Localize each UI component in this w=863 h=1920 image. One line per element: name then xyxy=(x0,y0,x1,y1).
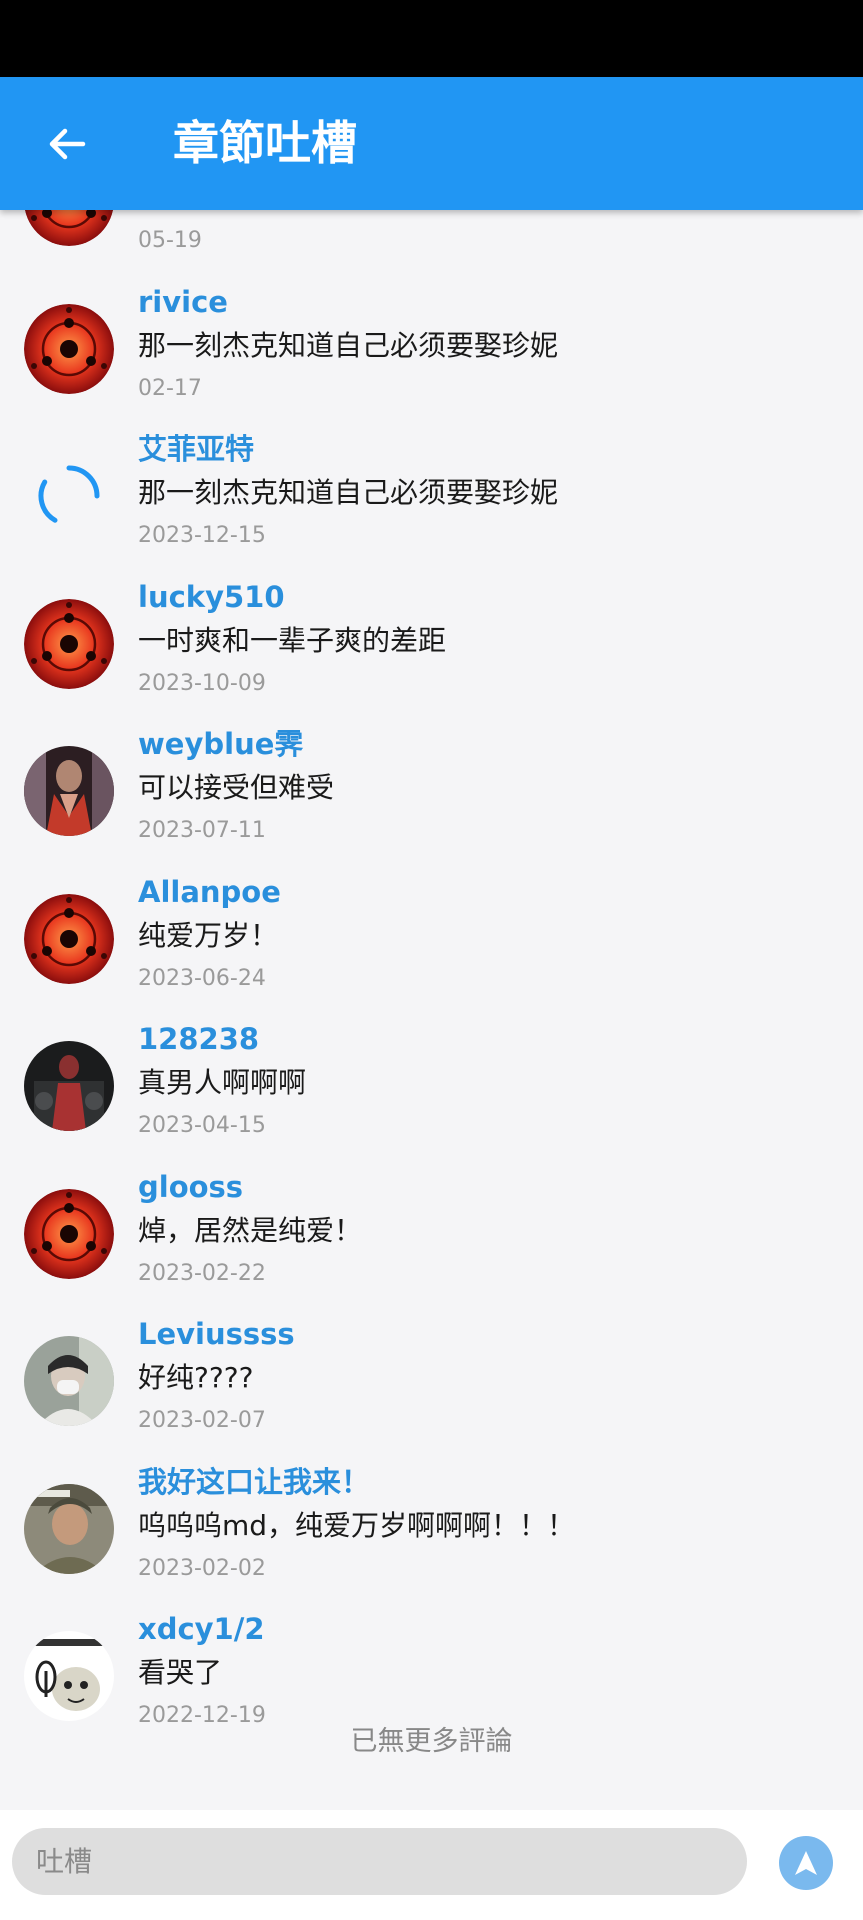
comment-item[interactable]: Allanpoe 纯爱万岁！ 2023-06-24 xyxy=(0,860,863,1008)
comment-username[interactable]: 128238 xyxy=(138,1019,259,1059)
comment-text: 那一刻杰克知道自己必须要娶珍妮 xyxy=(138,476,559,509)
comment-item[interactable]: weyblue霁可以接受但难受 2023-07-11 xyxy=(0,712,863,860)
no-more-comments-label: 已無更多評論 xyxy=(350,1726,513,1757)
comment-username[interactable]: Leviussss xyxy=(138,1314,295,1354)
comment-date: 2023-02-07 xyxy=(138,1408,266,1433)
status-bar xyxy=(0,0,863,77)
comment-date: 2023-10-09 xyxy=(138,670,266,696)
comment-text: 呜呜呜md，纯爱万岁啊啊啊！！！ xyxy=(138,1508,576,1542)
comment-username[interactable]: 我好这口让我来！ xyxy=(138,1462,370,1502)
comment-username[interactable]: weyblue霁 xyxy=(138,724,303,764)
comment-text: 一时爽和一辈子爽的差距 xyxy=(138,623,447,657)
avatar[interactable] xyxy=(24,1631,114,1721)
comment-input-bar xyxy=(0,1810,863,1920)
comment-text: 纯爱万岁！ xyxy=(138,918,279,952)
comment-username[interactable]: Allanpoe xyxy=(138,872,281,912)
comment-date: 2023-04-15 xyxy=(138,1113,266,1138)
avatar[interactable] xyxy=(24,746,114,836)
avatar[interactable] xyxy=(24,210,114,246)
avatar[interactable] xyxy=(24,1188,114,1279)
send-button[interactable] xyxy=(779,1836,833,1890)
comment-item[interactable]: glooss 焯，居然是纯爱！ 2023-02-22 xyxy=(0,1155,863,1303)
comment-username[interactable]: 艾菲亚特 xyxy=(138,429,254,469)
send-arrow-icon xyxy=(795,1851,817,1875)
comment-username[interactable]: xdcy1/2 xyxy=(138,1609,265,1649)
comment-username[interactable]: lucky510 xyxy=(138,577,285,617)
back-button[interactable] xyxy=(36,113,98,175)
avatar[interactable] xyxy=(24,303,114,394)
comment-username[interactable]: glooss xyxy=(138,1167,243,1207)
comment-item[interactable]: 128238 真男人啊啊啊 2023-04-15 xyxy=(0,1007,863,1155)
avatar[interactable] xyxy=(24,893,114,984)
comment-item[interactable]: Leviussss 好纯???? 2023-02-07 xyxy=(0,1302,863,1450)
page-title: 章節吐槽 xyxy=(173,116,357,170)
comment-date: 2023-02-22 xyxy=(138,1260,266,1286)
comment-text: 可以接受但难受 xyxy=(138,771,335,804)
comment-date: 02-17 xyxy=(138,375,202,401)
comment-date: 2023-06-24 xyxy=(138,965,266,991)
comment-item[interactable]: 艾菲亚特那一刻杰克知道自己必须要娶珍妮 2023-12-15 xyxy=(0,417,863,565)
avatar[interactable] xyxy=(24,1483,114,1574)
comment-list-viewport[interactable]: 05-19 rivice 那一刻杰克知道自己必须要娶珍妮 02-17 艾菲亚特 那一刻杰克… xyxy=(0,210,863,1810)
comment-list: 05-19 rivice 那一刻杰克知道自己必须要娶珍妮 02-17 艾菲亚特 那一刻杰克… xyxy=(0,210,863,1745)
comment-date: 05-19 xyxy=(138,228,202,253)
comment-date: 2023-02-02 xyxy=(138,1555,266,1581)
comment-text: 看哭了 xyxy=(138,1656,223,1689)
arrow-left-icon xyxy=(49,128,86,160)
loading-spinner-icon xyxy=(24,451,114,541)
comment-item[interactable]: 05-19 xyxy=(0,210,863,270)
comment-text: 好纯???? xyxy=(138,1361,254,1394)
comment-username[interactable]: rivice xyxy=(138,282,228,322)
comment-item[interactable]: rivice 那一刻杰克知道自己必须要娶珍妮 02-17 xyxy=(0,270,863,418)
avatar[interactable] xyxy=(24,1041,114,1131)
app-bar: 章節吐槽 xyxy=(0,77,863,210)
avatar[interactable] xyxy=(24,1336,114,1426)
comment-date: 2023-12-15 xyxy=(138,523,266,548)
comment-input[interactable] xyxy=(12,1828,747,1895)
comment-date: 2023-07-11 xyxy=(138,818,266,843)
comment-text: 真男人啊啊啊 xyxy=(138,1066,307,1099)
comment-text: 焯，居然是纯爱！ xyxy=(138,1213,363,1247)
comment-item[interactable]: lucky510 一时爽和一辈子爽的差距 2023-10-09 xyxy=(0,565,863,713)
comment-item[interactable]: 我好这口让我来！ 呜呜呜md，纯爱万岁啊啊啊！！！ 2023-02-02 xyxy=(0,1450,863,1598)
comment-text: 那一刻杰克知道自己必须要娶珍妮 xyxy=(138,328,559,362)
avatar[interactable] xyxy=(24,598,114,689)
